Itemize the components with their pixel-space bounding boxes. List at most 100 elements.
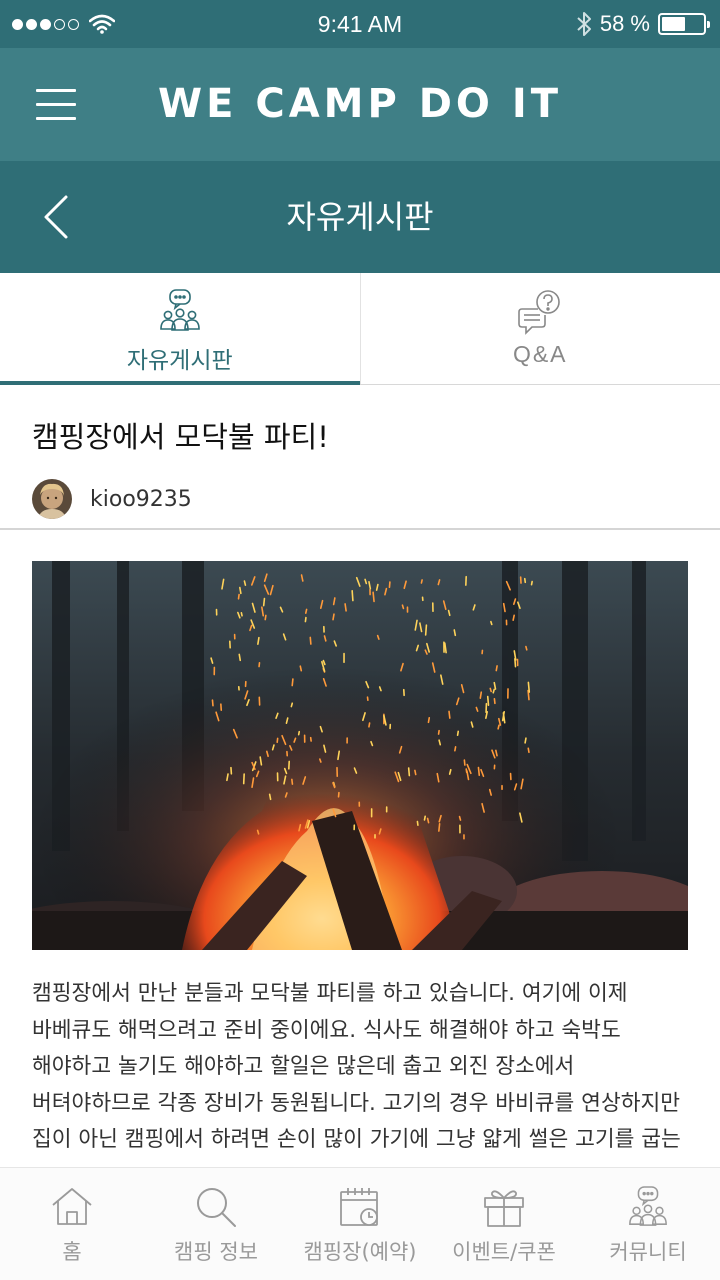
spark — [437, 729, 440, 735]
spark — [372, 591, 375, 603]
spark — [291, 778, 294, 785]
spark — [262, 597, 266, 607]
spark — [495, 665, 498, 672]
spark — [407, 767, 411, 777]
spark — [525, 645, 528, 651]
spark — [426, 817, 430, 824]
spark — [423, 815, 427, 821]
spark — [458, 815, 462, 821]
search-icon — [197, 1188, 236, 1227]
spark — [497, 724, 500, 730]
nav-label: 이벤트/쿠폰 — [452, 1240, 556, 1264]
post-author[interactable]: kioo9235 — [32, 478, 192, 520]
spark — [524, 737, 527, 744]
spark — [211, 699, 214, 707]
spark — [376, 634, 380, 640]
post-body: 캠핑장에서 만난 분들과 모닥불 파티를 하고 있습니다. 여기에 이제 바베큐… — [32, 981, 681, 1164]
spark — [523, 577, 527, 584]
nav-label: 홈 — [62, 1240, 82, 1264]
active-tab-indicator — [0, 381, 360, 385]
spark — [486, 695, 490, 707]
nav-label: 커뮤니티 — [609, 1240, 687, 1264]
spark — [454, 746, 457, 752]
spark — [448, 710, 451, 719]
spark — [268, 793, 272, 801]
spark — [319, 758, 322, 763]
tab-label: Q&A — [512, 341, 568, 367]
nav-item-events-coupons[interactable]: 이벤트/쿠폰 — [432, 1168, 576, 1280]
spark — [479, 691, 483, 699]
tab-label: 자유게시판 — [126, 348, 233, 374]
status-bar: 9:41 AM 58 % — [0, 0, 720, 48]
spark — [368, 722, 371, 728]
spark — [238, 653, 242, 662]
spark — [291, 678, 294, 687]
spark — [240, 611, 243, 617]
nav-item-campsite-reservation[interactable]: 캠핑장(예약) — [288, 1168, 432, 1280]
bluetooth-icon — [577, 12, 591, 36]
spark — [456, 730, 460, 737]
spark — [290, 702, 294, 708]
spark — [299, 665, 303, 672]
spark — [351, 590, 354, 602]
nav-label: 캠핑장(예약) — [303, 1240, 417, 1264]
question-chat-icon — [518, 290, 561, 335]
gift-icon — [484, 1190, 524, 1227]
tab-free-board[interactable]: 자유게시판 — [0, 273, 360, 385]
author-name[interactable]: kioo9235 — [90, 487, 192, 512]
sub-header: 자유게시판 — [0, 161, 720, 273]
spark — [237, 593, 240, 600]
spark — [424, 624, 428, 636]
spark — [453, 629, 457, 637]
spark — [530, 580, 533, 586]
app-header: WE CAMP DO IT — [0, 48, 720, 161]
spark — [447, 609, 451, 617]
spark — [304, 608, 308, 614]
spark — [427, 716, 431, 724]
nav-item-community[interactable]: 커뮤니티 — [576, 1168, 720, 1280]
post-image[interactable] — [32, 561, 688, 950]
tab-qna[interactable]: Q&A — [359, 273, 720, 384]
app-title: WE CAMP DO IT — [157, 81, 563, 127]
spark — [401, 604, 405, 610]
spark — [226, 773, 229, 782]
spark — [448, 768, 452, 775]
spark — [489, 687, 492, 693]
page-title: 자유게시판 — [286, 198, 434, 236]
status-right: 58 % — [576, 0, 710, 48]
battery-tip — [707, 21, 710, 28]
spark — [243, 580, 247, 586]
nav-item-camping-info[interactable]: 캠핑 정보 — [144, 1168, 288, 1280]
spark — [257, 636, 260, 645]
spark — [477, 766, 481, 777]
spark — [512, 614, 515, 622]
spark — [332, 613, 335, 621]
spark — [492, 688, 496, 694]
spark — [420, 579, 423, 584]
spark — [304, 616, 307, 623]
spark — [438, 739, 442, 746]
spark — [297, 730, 301, 736]
spark — [527, 681, 531, 693]
community-chat-icon — [159, 289, 200, 331]
spark — [493, 697, 496, 705]
battery-fill — [662, 17, 686, 31]
spark — [414, 769, 417, 776]
spark — [438, 823, 441, 832]
bottom-nav: 홈 캠핑 정보 캠핑장(예약) 이벤트/쿠폰 커뮤니티 — [0, 1167, 720, 1280]
spark — [309, 636, 312, 645]
battery-icon — [658, 13, 710, 35]
home-icon — [52, 1188, 92, 1225]
community-icon — [629, 1186, 667, 1226]
divider — [0, 528, 720, 530]
board-tabs: 자유게시판 Q&A — [0, 273, 720, 385]
spark — [256, 829, 260, 835]
nav-item-home[interactable]: 홈 — [0, 1168, 144, 1280]
spark — [490, 620, 493, 626]
post-title: 캠핑장에서 모닥불 파티! — [32, 420, 329, 454]
avatar[interactable] — [32, 479, 72, 519]
battery-percent: 58 % — [599, 11, 650, 36]
spark — [527, 747, 530, 754]
calendar-clock-icon — [340, 1188, 378, 1226]
spark — [264, 614, 267, 621]
